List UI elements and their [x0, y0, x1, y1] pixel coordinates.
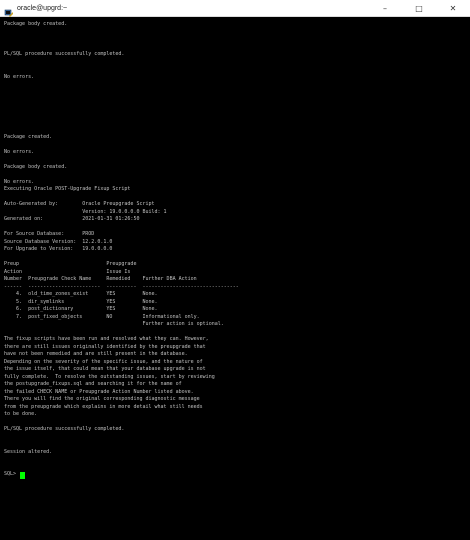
terminal-line: fully complete. To resolve the outstandi…	[4, 373, 215, 380]
minimize-button[interactable]: –	[368, 0, 402, 17]
terminal-line: No errors.	[4, 73, 35, 80]
terminal-line: No errors.	[4, 148, 35, 155]
terminal-line: Version: 19.0.0.0.0 Build: 1	[4, 208, 167, 215]
close-button[interactable]: ✕	[436, 0, 470, 17]
window-controls: – □ ✕	[368, 0, 470, 17]
terminal-line: 6. post_dictionary YES None.	[4, 306, 158, 312]
terminal-window: oracle@upgrd:~ – □ ✕ Package body create…	[0, 0, 470, 540]
terminal-lines: Package body created. PL/SQL procedure su…	[4, 21, 470, 471]
terminal-line: Executing Oracle POST-Upgrade Fixup Scri…	[4, 186, 131, 192]
terminal-line: there are still issues originally identi…	[4, 343, 206, 350]
terminal-line: ------ ------------------------ --------…	[4, 283, 239, 290]
terminal-line: 4. old_time_zones_exist YES None.	[4, 291, 158, 297]
title-bar[interactable]: oracle@upgrd:~ – □ ✕	[0, 0, 470, 17]
terminal-line: Further action is optional.	[4, 321, 224, 327]
terminal-line: Generated on: 2021-01-31 01:26:50	[4, 216, 140, 222]
command-prompt-line[interactable]: SQL>	[4, 471, 470, 479]
terminal-line: Package created.	[4, 133, 53, 140]
terminal-line: For Upgrade to Version: 19.0.0.0.0	[4, 246, 113, 252]
terminal-line: the issue itself, that could mean that y…	[4, 366, 206, 372]
terminal-line: No errors.	[4, 178, 35, 185]
terminal-line: Source Database Version: 12.2.0.1.0	[4, 238, 113, 245]
terminal-line: Package body created.	[4, 21, 68, 27]
minimize-icon: –	[383, 4, 387, 13]
terminal-line: Number Preupgrade Check Name Remedied Fu…	[4, 276, 197, 282]
terminal-output[interactable]: Package body created. PL/SQL procedure su…	[0, 17, 470, 540]
putty-icon	[4, 3, 14, 17]
terminal-line: There you will find the original corresp…	[4, 396, 200, 402]
terminal-line: Depending on the severity of the specifi…	[4, 358, 203, 365]
terminal-line: Action Issue Is	[4, 268, 131, 275]
terminal-line: have not been remedied and are still pre…	[4, 351, 188, 357]
terminal-line: The fixup scripts have been run and reso…	[4, 336, 209, 342]
terminal-line: Session altered.	[4, 448, 53, 455]
window-title: oracle@upgrd:~	[17, 4, 68, 12]
terminal-line: the postupgrade_fixups.sql and searching…	[4, 381, 182, 387]
close-icon: ✕	[449, 4, 457, 13]
terminal-line: PL/SQL procedure successfully completed.	[4, 51, 125, 57]
terminal-line: the failed CHECK NAME or Preupgrade Acti…	[4, 388, 194, 395]
terminal-line: For Source Database: PROD	[4, 231, 95, 237]
terminal-line: Preup Preupgrade	[4, 261, 137, 267]
maximize-button[interactable]: □	[402, 0, 436, 17]
text-cursor	[20, 471, 26, 479]
terminal-line: from the preupgrade which explains in mo…	[4, 403, 203, 410]
maximize-icon: □	[415, 4, 423, 13]
sql-prompt: SQL>	[4, 471, 20, 478]
terminal-line: 5. dir_symlinks YES None.	[4, 298, 158, 305]
terminal-line: to be done.	[4, 411, 38, 417]
terminal-line: PL/SQL procedure successfully completed.	[4, 426, 125, 432]
terminal-line: 7. post_fixed_objects NO Informational o…	[4, 313, 200, 320]
terminal-line: Auto-Generated by: Oracle Preupgrade Scr…	[4, 201, 155, 207]
terminal-line: Package body created.	[4, 163, 68, 170]
